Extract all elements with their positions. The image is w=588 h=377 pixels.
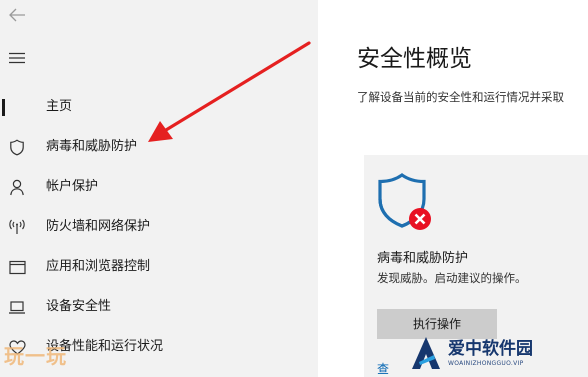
watermark-cn-text: 爱中软件园 xyxy=(448,338,533,359)
browser-window-icon xyxy=(8,258,26,276)
laptop-icon xyxy=(8,298,26,316)
card-link[interactable]: 查 xyxy=(377,360,389,377)
sidebar-item-label: 应用和浏览器控制 xyxy=(46,259,151,274)
main-content: 安全性概览 了解设备当前的安全性和运行情况并采取 病毒和威胁防护 发现威胁。启动… xyxy=(318,0,588,377)
sidebar-item-account-protection[interactable]: 帐户保护 xyxy=(0,172,318,202)
sidebar-item-label: 病毒和威胁防护 xyxy=(46,139,138,154)
sidebar-item-app-browser-control[interactable]: 应用和浏览器控制 xyxy=(0,252,318,282)
sidebar-item-label: 主页 xyxy=(46,99,73,114)
hamburger-icon xyxy=(9,52,25,64)
sidebar-item-label: 设备安全性 xyxy=(46,299,112,314)
shield-warning-icon xyxy=(378,173,431,230)
card-title: 病毒和威胁防护 xyxy=(377,251,469,266)
wifi-antenna-icon xyxy=(8,218,26,236)
sidebar-item-label: 帐户保护 xyxy=(46,179,99,194)
back-button[interactable] xyxy=(6,4,28,26)
hamburger-menu-button[interactable] xyxy=(6,48,28,68)
back-arrow-icon xyxy=(9,8,25,22)
home-icon xyxy=(8,98,26,116)
watermark-left: 玩一玩 xyxy=(4,343,67,368)
sidebar-item-device-security[interactable]: 设备安全性 xyxy=(0,292,318,322)
sidebar-item-firewall[interactable]: 防火墙和网络保护 xyxy=(0,212,318,242)
sidebar-item-label: 防火墙和网络保护 xyxy=(46,219,151,234)
person-icon xyxy=(8,178,26,196)
sidebar-item-home[interactable]: 主页 xyxy=(0,92,318,122)
watermark-right: 爱中软件园 WOAINIZHONGGUO.VIP xyxy=(410,333,585,373)
sidebar-item-virus-protection[interactable]: 病毒和威胁防护 xyxy=(0,132,318,162)
page-title: 安全性概览 xyxy=(357,46,472,72)
watermark-en-text: WOAINIZHONGGUO.VIP xyxy=(448,359,524,367)
selection-indicator xyxy=(2,99,5,116)
site-logo-icon xyxy=(412,337,440,369)
shield-icon xyxy=(8,138,26,156)
sidebar: 主页 病毒和威胁防护 帐户保护 防火墙和网络保护 应用和浏览器控制 设备安全性 xyxy=(0,0,318,377)
card-description: 发现威胁。启动建议的操作。 xyxy=(377,271,527,285)
page-subtitle: 了解设备当前的安全性和运行情况并采取 xyxy=(357,90,564,104)
